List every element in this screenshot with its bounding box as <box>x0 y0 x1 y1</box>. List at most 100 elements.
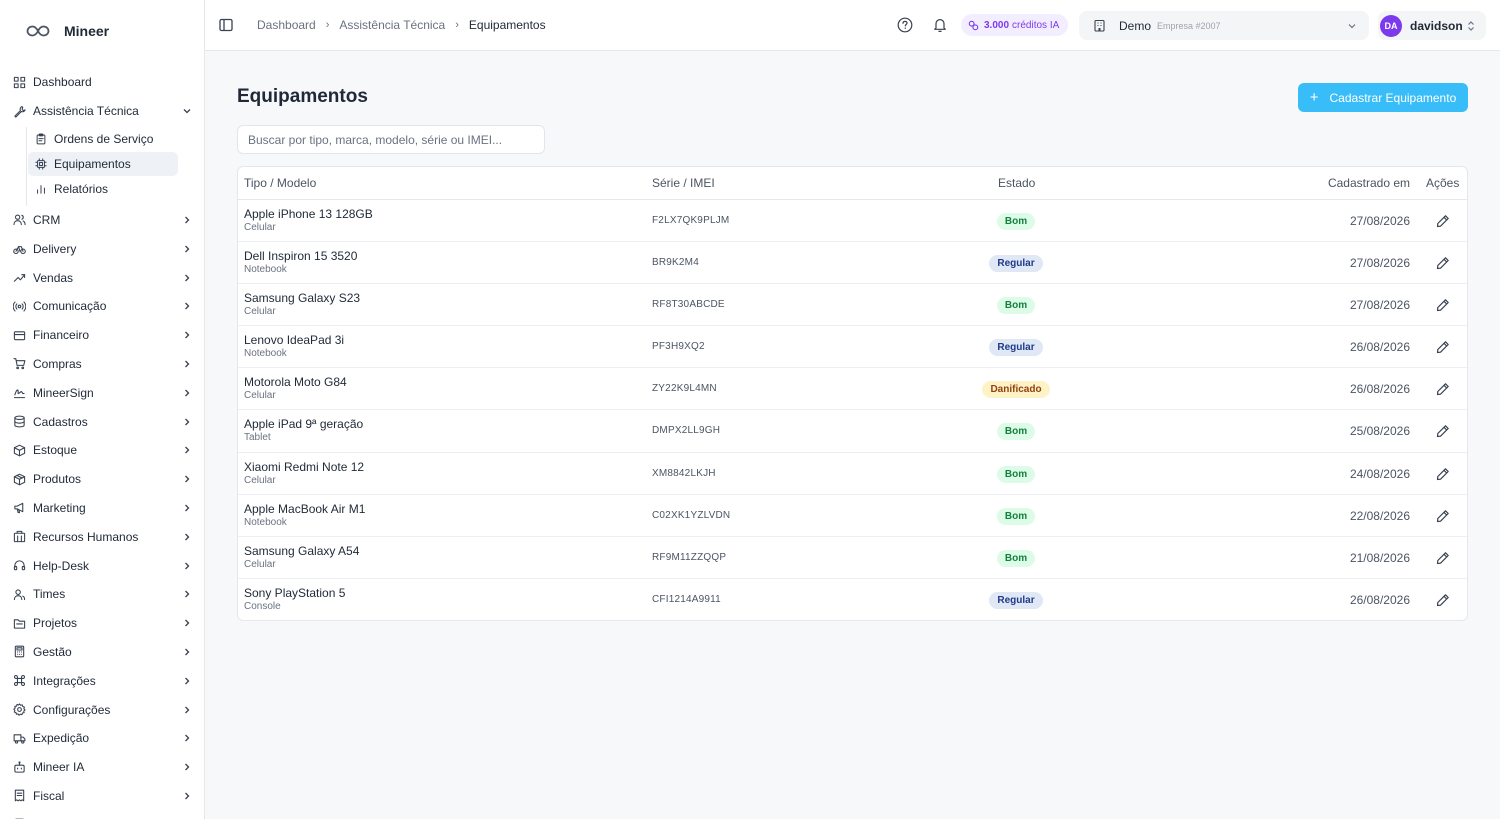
edit-pencil-icon[interactable] <box>1436 424 1450 438</box>
sidebar-item-mineer-ia[interactable]: Mineer IA <box>0 753 204 782</box>
breadcrumb-dashboard[interactable]: Dashboard <box>257 18 316 32</box>
equipment-model: Dell Inspiron 15 3520 <box>244 249 358 264</box>
sidebar-item-marketing[interactable]: Marketing <box>0 494 204 523</box>
edit-pencil-icon[interactable] <box>1436 467 1450 481</box>
edit-pencil-icon[interactable] <box>1436 340 1450 354</box>
table-row: Motorola Moto G84 Celular ZY22K9L4MN Danifi… <box>238 368 1467 411</box>
sidebar-item-dashboard[interactable]: Dashboard <box>0 68 204 97</box>
grid-icon <box>13 76 26 89</box>
sidebar-item-gestao[interactable]: Gestão <box>0 638 204 667</box>
truck-icon <box>13 734 26 744</box>
edit-pencil-icon[interactable] <box>1436 551 1450 565</box>
plus-icon: + <box>1309 89 1319 106</box>
sidebar-item-configuracoes[interactable]: Configurações <box>0 695 204 724</box>
equipment-table: Tipo / Modelo Série / IMEI Estado Cadast… <box>237 166 1468 621</box>
sidebar-subitem-relatorios[interactable]: Relatórios <box>28 177 178 201</box>
sidebar-item-contabilidade[interactable]: Contabilidade <box>0 810 204 819</box>
edit-pencil-icon[interactable] <box>1436 298 1450 312</box>
folder-icon <box>13 618 26 629</box>
edit-pencil-icon[interactable] <box>1436 256 1450 270</box>
ai-credits-label: créditos IA <box>1012 19 1060 31</box>
equipment-model: Samsung Galaxy A54 <box>244 543 360 558</box>
sidebar-item-label: Assistência Técnica <box>33 104 139 119</box>
table-row: Samsung Galaxy S23 Celular RF8T30ABCDE Bom 2… <box>238 284 1467 327</box>
sidebar-item-comunicacao[interactable]: Comunicação <box>0 292 204 321</box>
chevron-right-icon <box>185 389 190 397</box>
sidebar-item-financeiro[interactable]: Financeiro <box>0 321 204 350</box>
header-model[interactable]: Tipo / Modelo <box>244 176 316 190</box>
date-cell: 27/08/2026 <box>1349 256 1410 271</box>
table-body: Apple iPhone 13 128GB Celular F2LX7QK9PLJM… <box>238 200 1467 620</box>
building-icon <box>1094 19 1105 32</box>
header-serial[interactable]: Série / IMEI <box>652 176 715 190</box>
header-state[interactable]: Estado <box>998 176 1035 190</box>
edit-pencil-icon[interactable] <box>1436 593 1450 607</box>
ai-credits-badge[interactable]: 3.000 créditos IA <box>961 14 1069 36</box>
sidebar-toggle-icon[interactable] <box>219 18 233 32</box>
sidebar-item-expedicao[interactable]: Expedição <box>0 724 204 753</box>
breadcrumb-assistencia-tecnica[interactable]: Assistência Técnica <box>339 18 445 32</box>
model-cell: Apple MacBook Air M1 Notebook <box>244 502 365 528</box>
sidebar-subitem-label: Relatórios <box>54 181 109 196</box>
sidebar-item-compras[interactable]: Compras <box>0 350 204 379</box>
sidebar-item-projetos[interactable]: Projetos <box>0 609 204 638</box>
chevron-right-icon <box>185 533 190 541</box>
company-name: Demo <box>1119 18 1152 33</box>
bell-icon[interactable] <box>933 17 947 33</box>
sidebar-item-mineersign[interactable]: MineerSign <box>0 378 204 407</box>
help-icon[interactable] <box>897 17 913 33</box>
sidebar-item-label: Financeiro <box>33 328 90 343</box>
table-header: Tipo / Modelo Série / IMEI Estado Cadast… <box>238 167 1467 200</box>
sidebar-item-recursos-humanos[interactable]: Recursos Humanos <box>0 522 204 551</box>
bike-icon <box>13 246 26 255</box>
chevron-right-icon <box>185 302 190 310</box>
mineer-logo-icon <box>26 25 50 37</box>
sidebar-item-crm[interactable]: CRM <box>0 206 204 235</box>
edit-pencil-icon[interactable] <box>1436 509 1450 523</box>
date-cell: 25/08/2026 <box>1349 424 1410 439</box>
sidebar-item-label: Dashboard <box>33 75 92 90</box>
sidebar-item-produtos[interactable]: Produtos <box>0 465 204 494</box>
date-cell: 26/08/2026 <box>1349 382 1410 397</box>
sidebar-item-integracoes[interactable]: Integrações <box>0 666 204 695</box>
link-icon <box>968 20 979 30</box>
edit-pencil-icon[interactable] <box>1436 382 1450 396</box>
breadcrumb-equipamentos: Equipamentos <box>468 18 546 32</box>
sidebar-item-label: Expedição <box>33 731 90 746</box>
company-selector[interactable]: Demo Empresa #2007 <box>1079 11 1369 40</box>
table-row: Sony PlayStation 5 Console CFI1214A9911 Reg… <box>238 579 1467 620</box>
sidebar-item-help-desk[interactable]: Help-Desk <box>0 551 204 580</box>
breadcrumb-separator-icon: › <box>325 19 330 31</box>
chevron-right-icon <box>185 619 190 627</box>
serial-cell: RF9M11ZZQQP <box>652 551 727 563</box>
sidebar-item-estoque[interactable]: Estoque <box>0 436 204 465</box>
sidebar-item-vendas[interactable]: Vendas <box>0 263 204 292</box>
sidebar-subitem-ordens-de-servico[interactable]: Ordens de Serviço <box>28 127 178 151</box>
model-cell: Samsung Galaxy A54 Celular <box>244 544 359 570</box>
search-input[interactable] <box>237 125 545 154</box>
cart-icon <box>13 358 26 370</box>
sidebar-item-cadastros[interactable]: Cadastros <box>0 407 204 436</box>
sidebar-item-assistencia-tecnica[interactable]: Assistência Técnica <box>0 97 204 126</box>
chevron-right-icon <box>185 216 190 224</box>
sidebar: Mineer Dashboard Assistência Técnica Orden… <box>0 0 205 819</box>
equipment-type: Celular <box>244 306 276 318</box>
chevron-right-icon <box>185 331 190 339</box>
sidebar-item-times[interactable]: Times <box>0 580 204 609</box>
gear-icon <box>13 703 26 716</box>
sidebar-item-fiscal[interactable]: Fiscal <box>0 782 204 811</box>
header-date[interactable]: Cadastrado em <box>1328 176 1410 190</box>
add-equipment-button[interactable]: + Cadastrar Equipamento <box>1298 83 1468 112</box>
edit-pencil-icon[interactable] <box>1436 214 1450 228</box>
sidebar-subitem-equipamentos[interactable]: Equipamentos <box>28 151 178 176</box>
serial-cell: RF8T30ABCDE <box>652 299 725 311</box>
brand[interactable]: Mineer <box>0 0 204 62</box>
signature-icon <box>13 389 26 399</box>
equipment-type: Celular <box>244 474 276 486</box>
topbar: Dashboard › Assistência Técnica › Equipa… <box>205 0 1500 51</box>
add-equipment-label: Cadastrar Equipamento <box>1329 90 1457 105</box>
user-menu[interactable]: DA davidson <box>1378 11 1486 40</box>
sidebar-item-label: Estoque <box>33 443 78 458</box>
chevron-right-icon <box>185 734 190 742</box>
sidebar-item-delivery[interactable]: Delivery <box>0 234 204 263</box>
